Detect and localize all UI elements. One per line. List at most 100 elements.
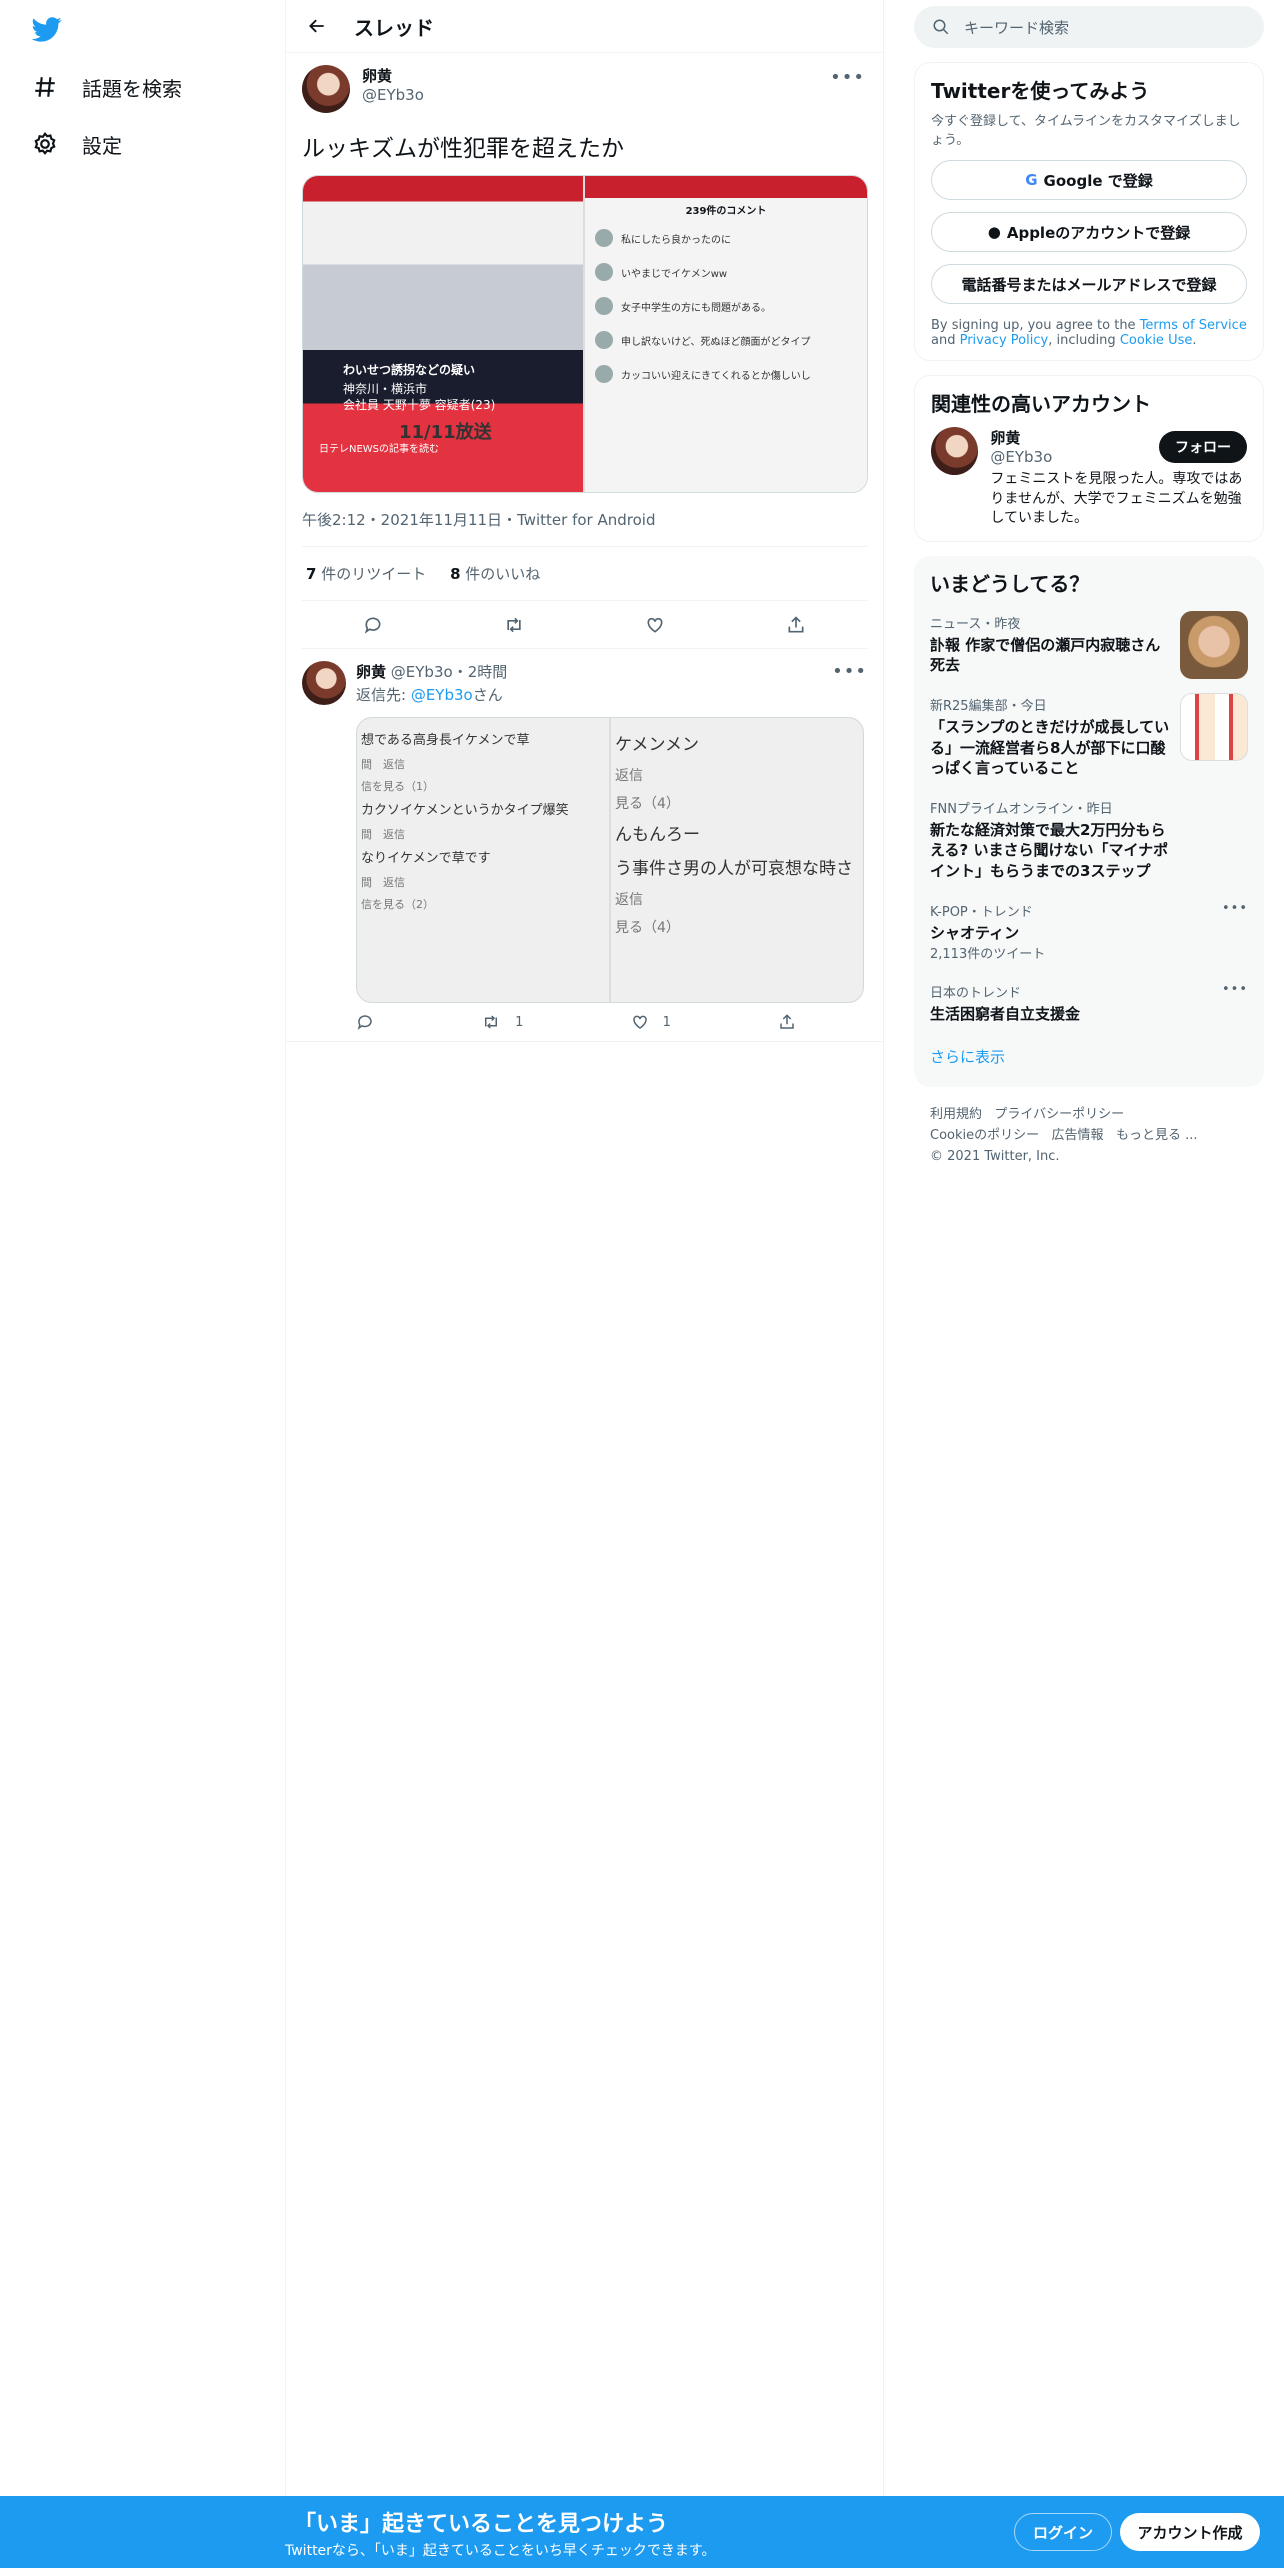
reply-media[interactable]: 想である高身長イケメンで草 間 返信 信を見る（1） カクソイケメンというかタイ… xyxy=(356,717,864,1003)
more-icon[interactable]: ••• xyxy=(1222,982,1248,997)
retweet-stat[interactable]: 7 件のリツイート xyxy=(306,565,426,583)
nav-settings[interactable]: 設定 xyxy=(30,120,122,168)
media-caption-1: わいせつ誘拐などの疑い xyxy=(343,363,476,377)
main-tweet: 卵黄 @EYb3o ••• ルッキズムが性犯罪を超えたか わいせつ誘拐などの疑い… xyxy=(286,53,883,649)
trend-thumbnail xyxy=(1180,610,1248,679)
privacy-link[interactable]: Privacy Policy xyxy=(960,333,1049,348)
terms-link[interactable]: Terms of Service xyxy=(1140,318,1247,333)
reply-media-right[interactable]: ケメンメン 返信 見る（4） んもんろー う事件さ男の人が可哀想な時さ 返信 見… xyxy=(609,718,863,1002)
google-signup-button[interactable]: G Google で登録 xyxy=(931,160,1247,200)
tweet-author-handle[interactable]: @EYb3o xyxy=(362,86,424,104)
media-comments-screenshot[interactable]: 239件のコメント 私にしたら良かったのに いやまじでイケメンww 女子中学生の… xyxy=(583,176,867,492)
reply-time[interactable]: ・2時間 xyxy=(453,663,508,681)
cookie-link[interactable]: Cookie Use xyxy=(1120,333,1193,348)
show-more-link[interactable]: さらに表示 xyxy=(930,1034,1248,1075)
signup-terms: By signing up, you agree to the Terms of… xyxy=(931,318,1247,348)
more-icon[interactable]: ••• xyxy=(830,67,865,88)
reply-author-name[interactable]: 卵黄 xyxy=(356,663,386,681)
like-icon[interactable] xyxy=(638,608,672,642)
twitter-logo-icon[interactable] xyxy=(30,14,64,44)
reply-media-left[interactable]: 想である高身長イケメンで草 間 返信 信を見る（1） カクソイケメンというかタイ… xyxy=(357,718,609,1002)
thread-header: スレッド xyxy=(286,0,883,53)
trend-item[interactable]: FNNプライムオンライン・昨日 新たな経済対策で最大2万円分もらえる? いまさら… xyxy=(930,788,1248,891)
signup-subtitle: 今すぐ登録して、タイムラインをカスタマイズしましょう。 xyxy=(931,114,1241,148)
like-stat[interactable]: 8 件のいいね xyxy=(450,565,540,583)
follow-button[interactable]: フォロー xyxy=(1159,431,1247,463)
reply-tweet[interactable]: 卵黄 @EYb3o・2時間 ••• 返信先: @EYb3oさん 想である高身長イ… xyxy=(286,649,883,1042)
apple-signup-button[interactable]: ● Appleのアカウントで登録 xyxy=(931,212,1247,252)
tweet-stats: 7 件のリツイート 8 件のいいね xyxy=(302,547,867,601)
more-icon[interactable]: ••• xyxy=(832,661,867,682)
media-news-screenshot[interactable]: わいせつ誘拐などの疑い 神奈川・横浜市 会社員 天野十夢 容疑者(23) 11/… xyxy=(303,176,583,492)
footer-more[interactable]: もっと見る ... xyxy=(1116,1128,1198,1143)
bottom-bar-title: 「いま」起きていることを見つけよう xyxy=(294,2512,669,2537)
avatar[interactable] xyxy=(931,427,979,475)
footer-ads[interactable]: 広告情報 xyxy=(1052,1128,1104,1143)
media-news-link: 日テレNEWSの記事を読む xyxy=(319,444,440,455)
left-nav: 話題を検索 設定 xyxy=(0,0,286,2568)
apple-icon: ● xyxy=(987,223,1001,241)
more-icon[interactable]: ••• xyxy=(1222,901,1248,916)
footer-cookie[interactable]: Cookieのポリシー xyxy=(930,1128,1039,1143)
page-title: スレッド xyxy=(354,15,434,40)
related-accounts-card: 関連性の高いアカウント 卵黄 @EYb3o フェミニストを見限った人。専攻ではあ… xyxy=(914,375,1264,542)
signup-title: Twitterを使ってみよう xyxy=(931,79,1150,103)
bottom-bar-subtitle: Twitterなら、「いま」起きていることをいち早くチェックできます。 xyxy=(285,2543,716,2559)
media-caption-2: 神奈川・横浜市 xyxy=(343,382,428,396)
back-arrow-icon[interactable] xyxy=(298,7,336,45)
phone-signup-button[interactable]: 電話番号またはメールアドレスで登録 xyxy=(931,264,1247,304)
reply-icon[interactable] xyxy=(356,608,390,642)
search-icon xyxy=(932,18,950,36)
search-input[interactable]: キーワード検索 xyxy=(914,6,1264,48)
nav-settings-label: 設定 xyxy=(82,133,122,158)
share-icon[interactable] xyxy=(779,608,813,642)
login-button[interactable]: ログイン xyxy=(1014,2513,1112,2551)
related-bio: フェミニストを見限った人。専攻ではありませんが、大学でフェミニズムを勉強していま… xyxy=(990,471,1243,527)
share-icon[interactable] xyxy=(778,1013,796,1031)
copyright: © 2021 Twitter, Inc. xyxy=(930,1148,1060,1164)
retweet-icon[interactable] xyxy=(497,608,531,642)
reply-actions: 1 1 xyxy=(356,1013,796,1031)
footer-terms[interactable]: 利用規約 xyxy=(930,1107,982,1122)
bottom-signup-bar: 「いま」起きていることを見つけよう Twitterなら、「いま」起きていることを… xyxy=(0,2496,1284,2568)
trend-item[interactable]: ニュース・昨夜 訃報 作家で僧侶の瀬戸内寂聴さん死去 xyxy=(930,603,1248,686)
search-placeholder: キーワード検索 xyxy=(964,18,1070,37)
right-sidebar: キーワード検索 Twitterを使ってみよう 今すぐ登録して、タイムラインをカス… xyxy=(914,0,1264,1186)
avatar[interactable] xyxy=(302,661,346,705)
footer-links: 利用規約 プライバシーポリシー Cookieのポリシー 広告情報 もっと見る .… xyxy=(914,1087,1264,1185)
reply-to-link[interactable]: @EYb3o xyxy=(411,686,473,704)
hashtag-icon xyxy=(30,72,60,102)
media-comments-header: 239件のコメント xyxy=(685,206,767,217)
like-button[interactable]: 1 xyxy=(631,1013,671,1031)
gear-icon xyxy=(30,129,60,159)
media-comment: 申し訳ないけど、死ぬほど顔面がどタイプ xyxy=(585,323,867,357)
media-comment: いやまじでイケメンww xyxy=(585,255,867,289)
trend-item[interactable]: 新R25編集部・今日 「スランプのときだけが成長している」一流経営者ら8人が部下… xyxy=(930,685,1248,788)
main-column: スレッド 卵黄 @EYb3o ••• ルッキズムが性犯罪を超えたか わいせつ誘拐… xyxy=(286,0,884,2568)
related-account[interactable]: 卵黄 @EYb3o フェミニストを見限った人。専攻ではありませんが、大学でフェミ… xyxy=(931,427,1247,529)
tweet-author-name[interactable]: 卵黄 xyxy=(362,65,424,86)
tweet-media[interactable]: わいせつ誘拐などの疑い 神奈川・横浜市 会社員 天野十夢 容疑者(23) 11/… xyxy=(302,175,868,493)
tweet-actions xyxy=(302,601,867,649)
reply-icon[interactable] xyxy=(356,1013,374,1031)
trends-card: いまどうしてる？ ニュース・昨夜 訃報 作家で僧侶の瀬戸内寂聴さん死去 新R25… xyxy=(914,555,1264,1088)
media-comment: 私にしたら良かったのに xyxy=(585,221,867,255)
trend-item[interactable]: 日本のトレンド 生活困窮者自立支援金 ••• xyxy=(930,972,1248,1034)
trend-thumbnail xyxy=(1180,693,1248,762)
tweet-meta[interactable]: 午後2:12・2021年11月11日・Twitter for Android xyxy=(302,493,867,547)
reply-author-handle[interactable]: @EYb3o xyxy=(391,663,453,681)
signup-card: Twitterを使ってみよう 今すぐ登録して、タイムラインをカスタマイズしましょ… xyxy=(914,62,1264,361)
trend-item[interactable]: K-POP・トレンド シャオティン 2,113件のツイート ••• xyxy=(930,891,1248,972)
media-comment: カッコいい迎えにきてくれるとか傷しいし xyxy=(585,357,867,391)
media-caption-3: 会社員 天野十夢 容疑者(23) xyxy=(343,398,496,412)
trends-title: いまどうしてる？ xyxy=(930,571,1090,596)
retweet-button[interactable]: 1 xyxy=(481,1013,523,1031)
nav-explore-label: 話題を検索 xyxy=(82,76,182,101)
footer-privacy[interactable]: プライバシーポリシー xyxy=(994,1107,1124,1122)
signup-button[interactable]: アカウント作成 xyxy=(1120,2513,1260,2551)
avatar[interactable] xyxy=(302,65,350,113)
nav-explore[interactable]: 話題を検索 xyxy=(30,63,182,111)
reply-to: 返信先: @EYb3oさん xyxy=(356,686,503,704)
tweet-text: ルッキズムが性犯罪を超えたか xyxy=(302,136,624,162)
media-comment: 女子中学生の方にも問題がある。 xyxy=(585,289,867,323)
